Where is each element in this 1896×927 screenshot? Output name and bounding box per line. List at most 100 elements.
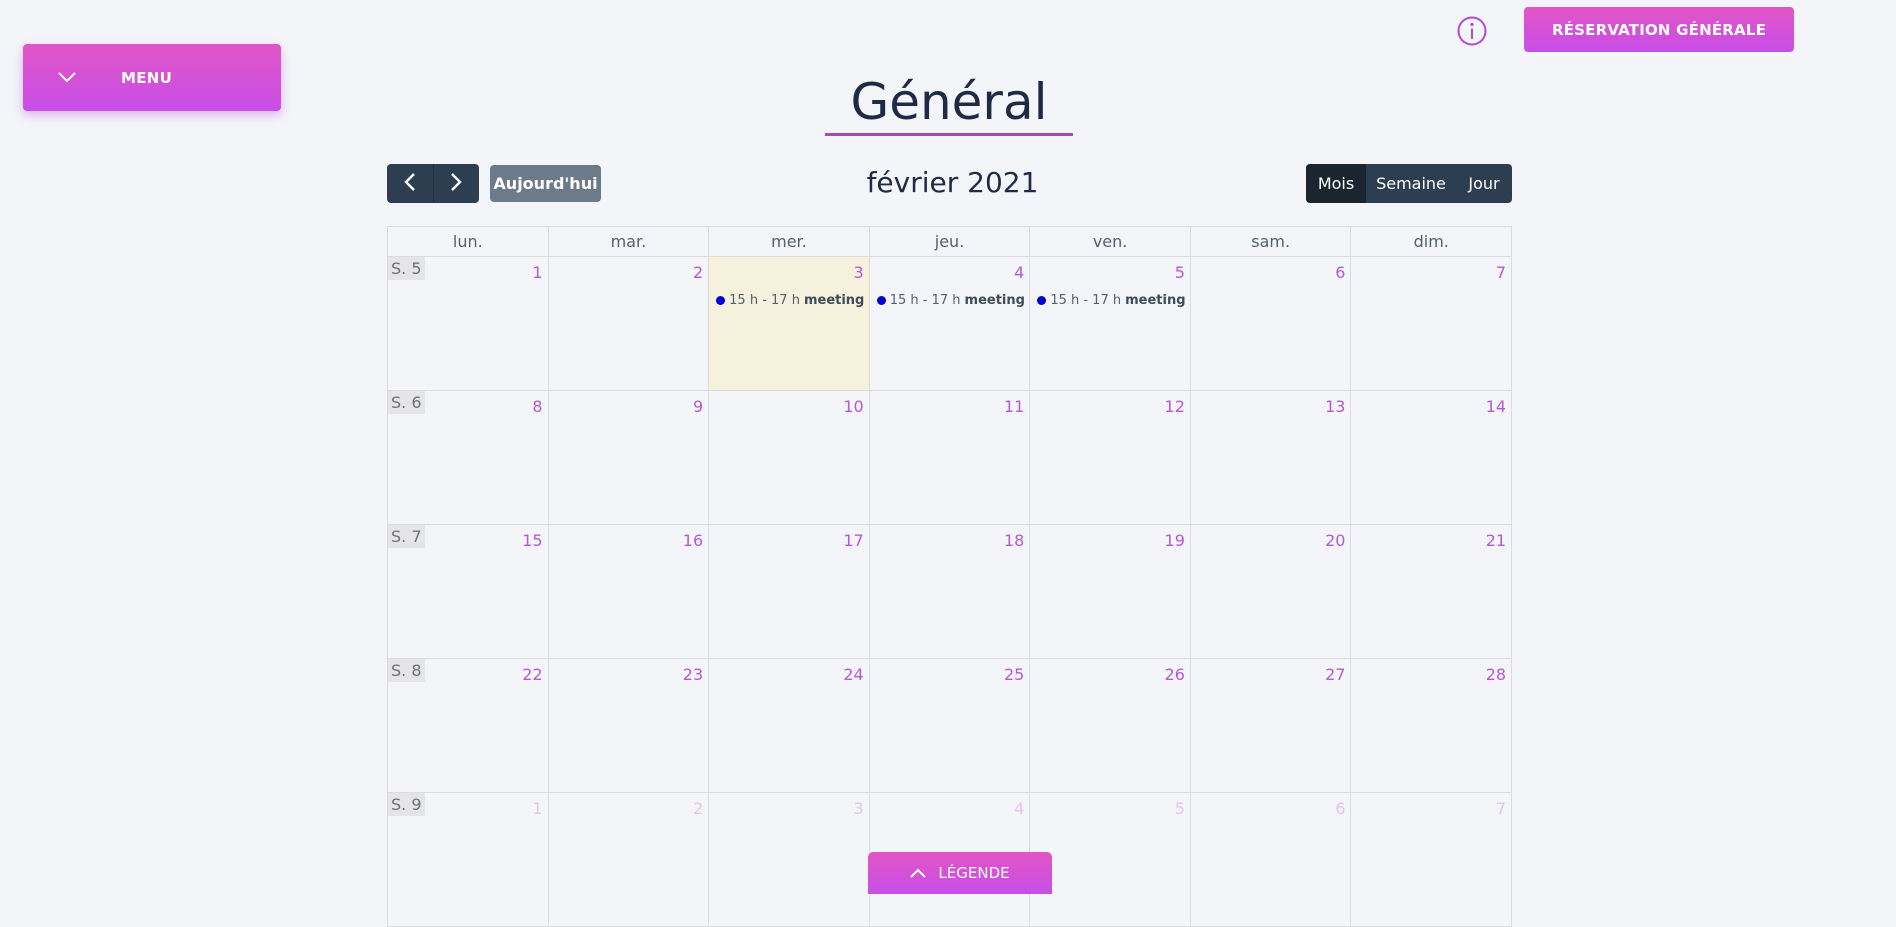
calendar-event[interactable]: 15 h - 17 h meeting [876,293,1025,308]
day-cell[interactable]: 23 [549,659,710,792]
day-number[interactable]: 27 [1325,665,1345,684]
info-icon[interactable] [1457,16,1487,46]
day-cell[interactable]: 18 [870,525,1031,658]
prev-month-button[interactable] [387,164,433,203]
week-number-label[interactable]: S. 5 [388,257,425,280]
day-cell[interactable]: 19 [1030,525,1191,658]
weekday-header-cell: jeu. [870,227,1031,256]
day-number[interactable]: 22 [522,665,542,684]
day-cell[interactable]: 11 [870,391,1031,524]
day-number[interactable]: 4 [1014,263,1024,282]
day-cell[interactable]: 4 15 h - 17 h meeting [870,257,1031,390]
calendar-event[interactable]: 15 h - 17 h meeting [1037,293,1186,308]
day-number[interactable]: 7 [1496,263,1506,282]
day-cell[interactable]: 5 15 h - 17 h meeting [1030,257,1191,390]
day-cell[interactable]: S. 5 1 [388,257,549,390]
event-title: meeting [803,293,865,308]
day-cell[interactable]: 28 [1351,659,1513,792]
day-cell[interactable]: 6 [1191,257,1352,390]
view-month-button[interactable]: Mois [1306,164,1366,203]
day-cell[interactable]: S. 6 8 [388,391,549,524]
day-cell[interactable]: 16 [549,525,710,658]
today-button[interactable]: Aujourd'hui [490,165,601,202]
day-number[interactable]: 6 [1335,263,1345,282]
day-number[interactable]: 17 [843,531,863,550]
day-cell[interactable]: 3 [709,793,870,926]
week-row: S. 8 22 23 24 25 26 27 28 [388,659,1513,793]
day-number[interactable]: 8 [532,397,542,416]
day-cell[interactable]: 5 [1030,793,1191,926]
legend-label: LÉGENDE [938,864,1010,882]
day-number[interactable]: 16 [683,531,703,550]
day-cell[interactable]: 9 [549,391,710,524]
legend-toggle-button[interactable]: LÉGENDE [868,852,1052,894]
day-number[interactable]: 2 [693,799,703,818]
day-cell[interactable]: 10 [709,391,870,524]
day-cell[interactable]: 26 [1030,659,1191,792]
day-number[interactable]: 19 [1165,531,1185,550]
day-number[interactable]: 5 [1175,799,1185,818]
event-dot-icon [876,296,886,305]
day-number[interactable]: 3 [854,799,864,818]
day-number[interactable]: 20 [1325,531,1345,550]
day-cell[interactable]: 13 [1191,391,1352,524]
day-number[interactable]: 25 [1004,665,1024,684]
day-cell[interactable]: 24 [709,659,870,792]
day-cell[interactable]: S. 7 15 [388,525,549,658]
general-reservation-button[interactable]: RÉSERVATION GÉNÉRALE [1524,7,1794,52]
event-title: meeting [1125,293,1186,308]
view-week-button[interactable]: Semaine [1366,164,1456,203]
event-time: 15 h - 17 h [729,293,800,308]
event-dot-icon [1037,296,1047,305]
day-number[interactable]: 10 [843,397,863,416]
event-title: meeting [964,293,1025,308]
day-cell[interactable]: 7 [1351,793,1513,926]
day-number[interactable]: 2 [693,263,703,282]
week-number-label[interactable]: S. 6 [388,391,425,414]
day-cell[interactable]: S. 9 1 [388,793,549,926]
day-number[interactable]: 4 [1014,799,1024,818]
next-month-button[interactable] [432,164,480,203]
week-row: S. 7 15 16 17 18 19 20 21 [388,525,1513,659]
day-number[interactable]: 28 [1486,665,1506,684]
day-number[interactable]: 7 [1496,799,1506,818]
day-number[interactable]: 26 [1165,665,1185,684]
day-cell[interactable]: 6 [1191,793,1352,926]
day-number[interactable]: 14 [1486,397,1506,416]
day-number[interactable]: 11 [1004,397,1024,416]
day-number[interactable]: 13 [1325,397,1345,416]
day-number[interactable]: 21 [1486,531,1506,550]
day-number[interactable]: 1 [532,799,542,818]
week-number-label[interactable]: S. 9 [388,793,425,816]
week-number-label[interactable]: S. 7 [388,525,425,548]
day-cell[interactable]: 27 [1191,659,1352,792]
day-number[interactable]: 5 [1175,263,1185,282]
day-cell[interactable]: 3 15 h - 17 h meeting [709,257,870,390]
day-cell[interactable]: 7 [1351,257,1513,390]
day-number[interactable]: 15 [522,531,542,550]
day-cell[interactable]: 20 [1191,525,1352,658]
day-number[interactable]: 1 [532,263,542,282]
day-cell[interactable]: 17 [709,525,870,658]
day-number[interactable]: 6 [1335,799,1345,818]
day-number[interactable]: 24 [843,665,863,684]
menu-label: MENU [121,68,173,87]
day-cell[interactable]: 12 [1030,391,1191,524]
day-cell[interactable]: 14 [1351,391,1513,524]
day-number[interactable]: 18 [1004,531,1024,550]
day-number[interactable]: 3 [854,263,864,282]
day-number[interactable]: 23 [683,665,703,684]
day-cell[interactable]: 2 [549,793,710,926]
menu-button[interactable]: MENU [23,44,281,111]
event-dot-icon [716,296,726,305]
calendar-nav-group [387,164,479,203]
day-number[interactable]: 12 [1165,397,1185,416]
week-number-label[interactable]: S. 8 [388,659,425,682]
day-cell[interactable]: S. 8 22 [388,659,549,792]
day-cell[interactable]: 21 [1351,525,1513,658]
view-day-button[interactable]: Jour [1456,164,1512,203]
calendar-event[interactable]: 15 h - 17 h meeting [716,293,864,308]
day-cell[interactable]: 25 [870,659,1031,792]
day-cell[interactable]: 2 [549,257,710,390]
day-number[interactable]: 9 [693,397,703,416]
